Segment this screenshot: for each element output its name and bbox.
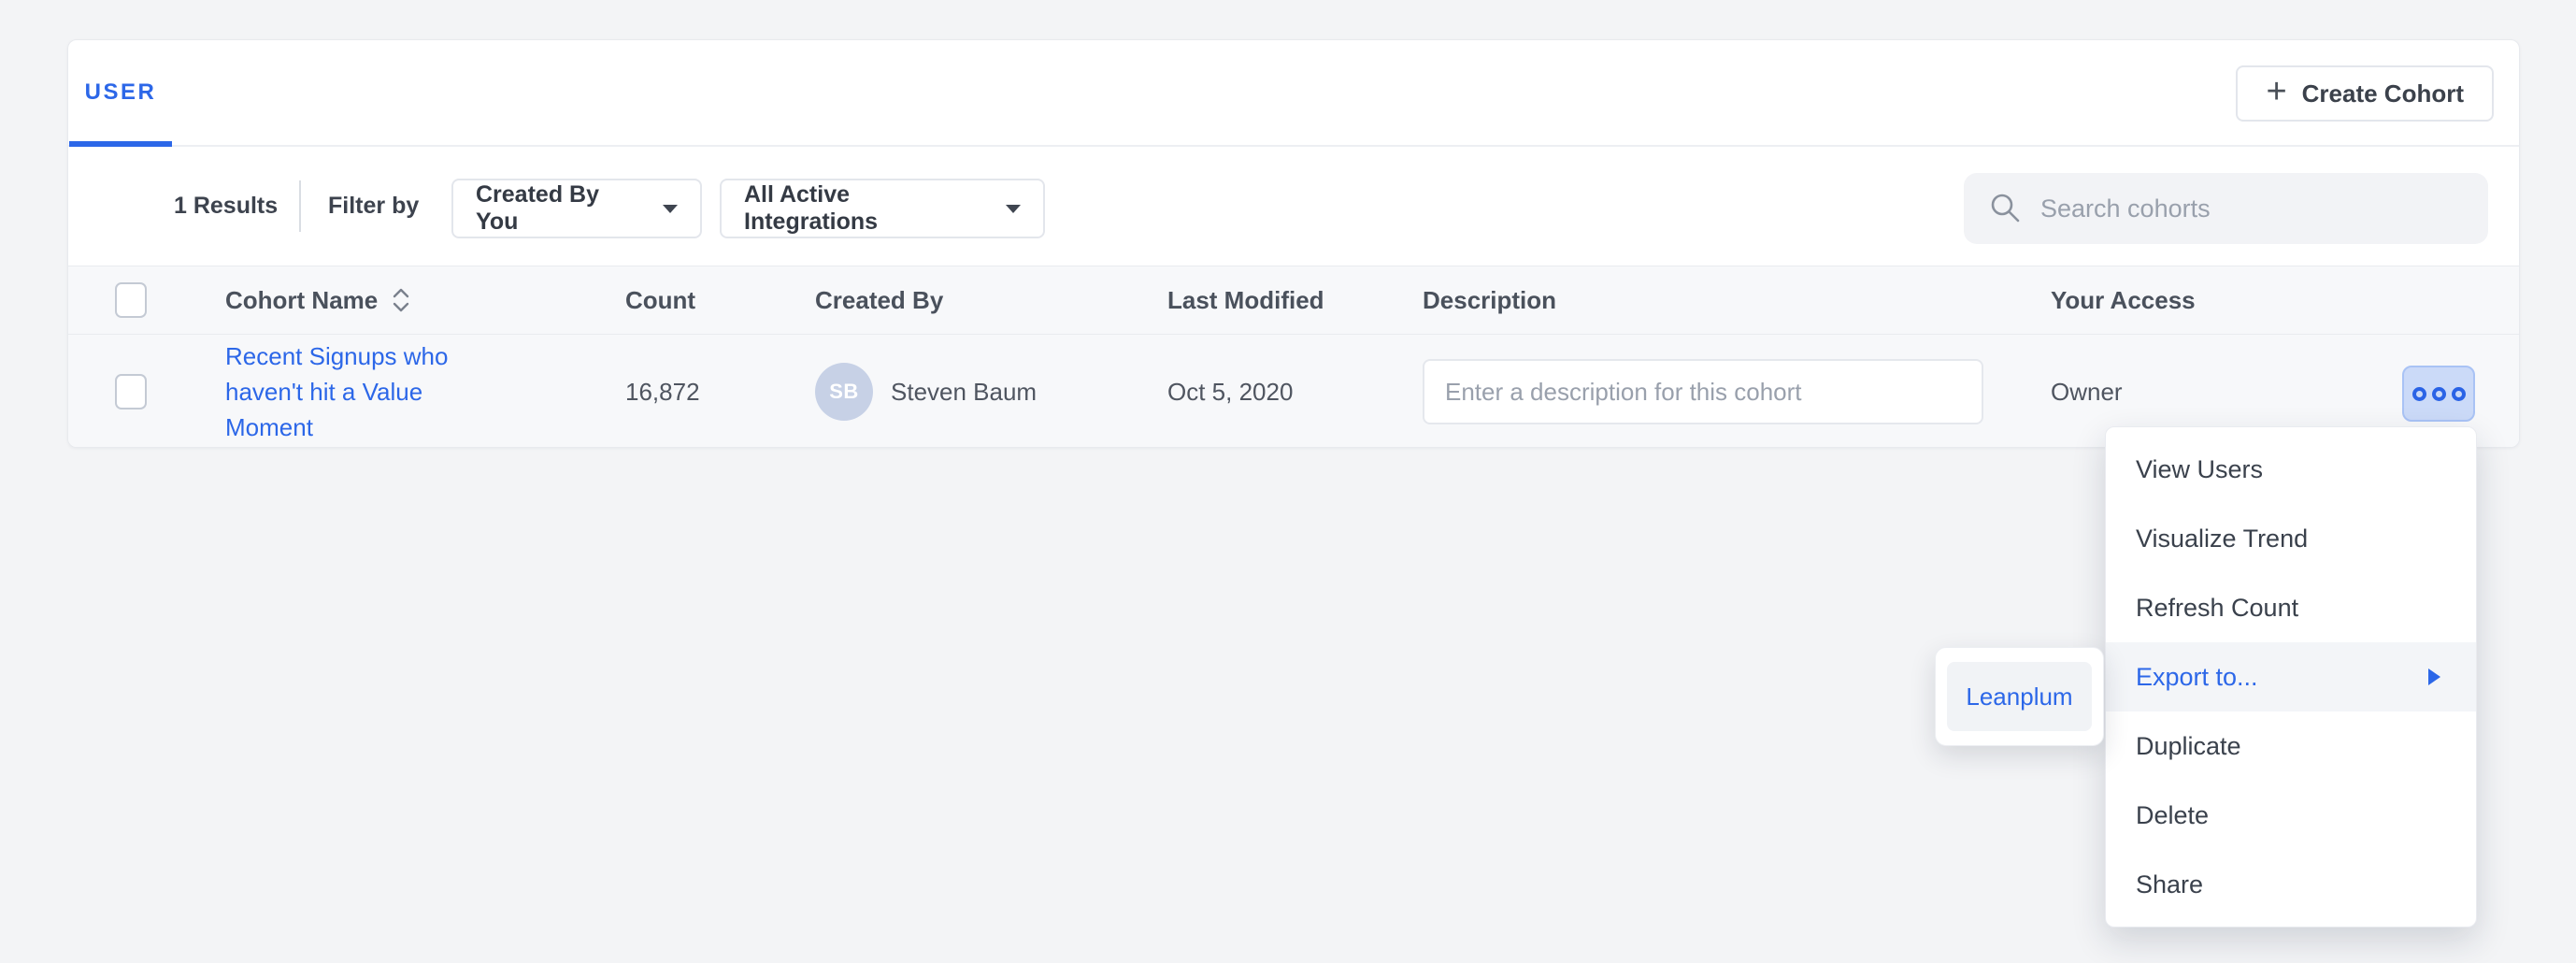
row-actions-menu: View Users Visualize Trend Refresh Count… bbox=[2105, 426, 2477, 927]
filter-bar: 1 Results Filter by Created By You All A… bbox=[68, 147, 2519, 266]
select-all-checkbox[interactable] bbox=[115, 282, 147, 318]
export-submenu: Leanplum bbox=[1935, 647, 2104, 746]
submenu-arrow-icon bbox=[2428, 668, 2440, 685]
table-header: Cohort Name Count Created By Last Modifi… bbox=[68, 266, 2519, 335]
submenu-item-leanplum[interactable]: Leanplum bbox=[1947, 662, 2092, 731]
chevron-down-icon bbox=[1006, 205, 1021, 213]
column-header-cohort-name[interactable]: Cohort Name bbox=[225, 266, 411, 334]
column-header-count: Count bbox=[625, 266, 695, 334]
cohort-name-link[interactable]: Recent Signups who haven't hit a Value M… bbox=[225, 338, 473, 445]
menu-item-label: Share bbox=[2136, 870, 2203, 899]
search-input[interactable] bbox=[2040, 194, 2464, 223]
filter-divider bbox=[299, 180, 301, 232]
menu-item-share[interactable]: Share bbox=[2106, 850, 2476, 919]
avatar: SB bbox=[815, 363, 873, 421]
create-cohort-label: Create Cohort bbox=[2302, 79, 2464, 108]
menu-item-label: Duplicate bbox=[2136, 732, 2241, 761]
last-modified-date: Oct 5, 2020 bbox=[1167, 335, 1293, 448]
results-count: 1 Results bbox=[174, 147, 278, 266]
created-by-dropdown[interactable]: Created By You bbox=[451, 179, 702, 238]
integrations-dropdown[interactable]: All Active Integrations bbox=[720, 179, 1045, 238]
filter-by-label: Filter by bbox=[328, 147, 419, 266]
column-header-your-access: Your Access bbox=[2051, 266, 2196, 334]
cohort-name-header-label: Cohort Name bbox=[225, 286, 378, 315]
menu-item-refresh-count[interactable]: Refresh Count bbox=[2106, 573, 2476, 642]
row-checkbox[interactable] bbox=[115, 374, 147, 410]
menu-item-delete[interactable]: Delete bbox=[2106, 781, 2476, 850]
menu-item-label: Export to... bbox=[2136, 663, 2258, 692]
menu-item-label: Refresh Count bbox=[2136, 594, 2298, 623]
creator-name: Steven Baum bbox=[891, 378, 1037, 407]
search-box[interactable] bbox=[1964, 173, 2488, 244]
integrations-dropdown-value: All Active Integrations bbox=[744, 181, 987, 236]
row-actions-button[interactable] bbox=[2402, 366, 2475, 422]
sort-icon[interactable] bbox=[391, 286, 411, 314]
create-cohort-button[interactable]: + Create Cohort bbox=[2236, 65, 2494, 122]
plus-icon: + bbox=[2266, 74, 2286, 109]
tab-bar: USER + Create Cohort bbox=[68, 40, 2519, 147]
created-by-cell: SB Steven Baum bbox=[815, 335, 1037, 448]
column-header-description: Description bbox=[1423, 266, 1556, 334]
ellipsis-icon bbox=[2412, 387, 2426, 401]
tab-user-label: USER bbox=[85, 79, 157, 106]
menu-item-export-to[interactable]: Export to... bbox=[2106, 642, 2476, 711]
menu-item-label: Delete bbox=[2136, 801, 2209, 830]
created-by-dropdown-value: Created By You bbox=[476, 181, 644, 236]
ellipsis-icon bbox=[2432, 387, 2446, 401]
column-header-last-modified: Last Modified bbox=[1167, 266, 1324, 334]
cohort-count: 16,872 bbox=[625, 335, 700, 448]
menu-item-visualize-trend[interactable]: Visualize Trend bbox=[2106, 504, 2476, 573]
menu-item-view-users[interactable]: View Users bbox=[2106, 435, 2476, 504]
tab-user[interactable]: USER bbox=[69, 40, 172, 145]
column-header-created-by: Created By bbox=[815, 266, 943, 334]
search-icon bbox=[1988, 191, 2024, 226]
ellipsis-icon bbox=[2452, 387, 2466, 401]
menu-item-duplicate[interactable]: Duplicate bbox=[2106, 711, 2476, 781]
cohorts-card: USER + Create Cohort 1 Results Filter by… bbox=[67, 39, 2520, 448]
description-input[interactable] bbox=[1423, 359, 1983, 424]
menu-item-label: Visualize Trend bbox=[2136, 525, 2308, 553]
menu-item-label: View Users bbox=[2136, 455, 2263, 484]
chevron-down-icon bbox=[663, 205, 678, 213]
